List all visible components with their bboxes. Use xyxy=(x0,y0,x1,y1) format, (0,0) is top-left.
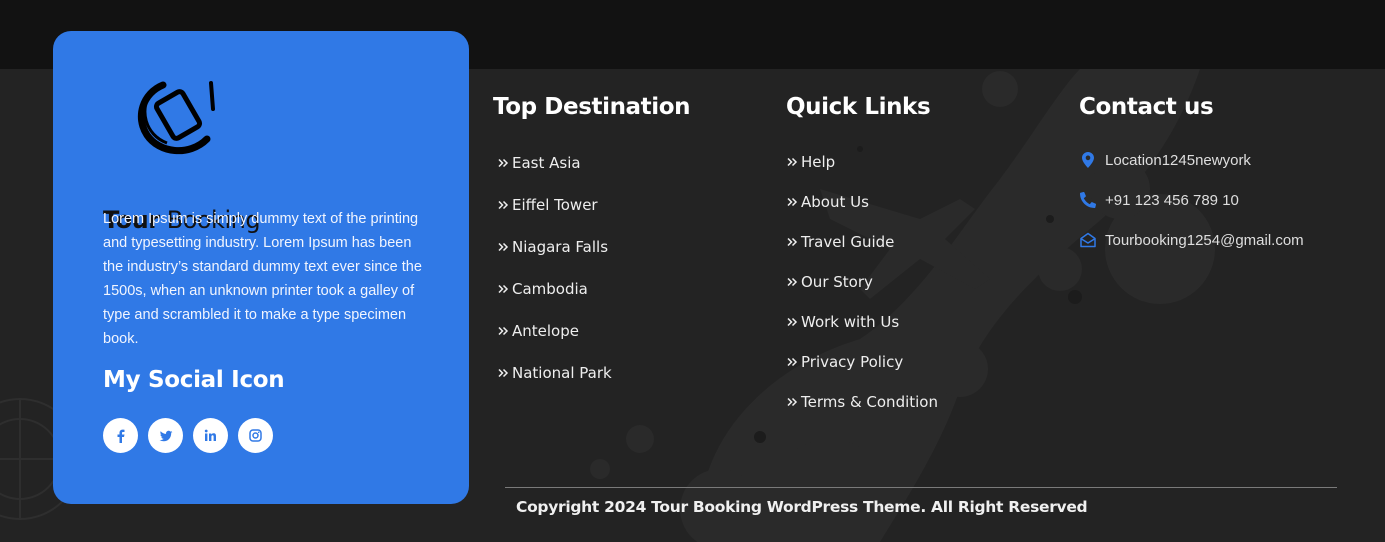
list-item: Niagara Falls xyxy=(497,238,612,280)
link-label: About Us xyxy=(801,193,869,211)
link-label: Travel Guide xyxy=(801,233,895,251)
link-label: Antelope xyxy=(512,322,579,340)
contact-location: Location1245newyork xyxy=(1079,140,1304,180)
link-label: Cambodia xyxy=(512,280,588,298)
destination-link-eiffel-tower[interactable]: Eiffel Tower xyxy=(497,196,598,214)
double-chevron-right-icon xyxy=(787,237,798,247)
double-chevron-right-icon xyxy=(787,317,798,327)
copyright-text: Copyright 2024 Tour Booking WordPress Th… xyxy=(516,498,1088,516)
double-chevron-right-icon xyxy=(787,197,798,207)
double-chevron-right-icon xyxy=(498,242,509,252)
quick-link-travel-guide[interactable]: Travel Guide xyxy=(786,233,894,251)
double-chevron-right-icon xyxy=(498,326,509,336)
envelope-open-icon xyxy=(1079,231,1097,249)
contact-list: Location1245newyork +91 123 456 789 10 T… xyxy=(1079,140,1304,260)
list-item: Eiffel Tower xyxy=(497,196,612,238)
link-label: Terms & Condition xyxy=(801,393,938,411)
destination-link-niagara-falls[interactable]: Niagara Falls xyxy=(497,238,608,256)
quick-links-title: Quick Links xyxy=(786,94,931,120)
quick-link-privacy-policy[interactable]: Privacy Policy xyxy=(786,353,903,371)
list-item: Work with Us xyxy=(786,313,938,353)
list-item: About Us xyxy=(786,193,938,233)
double-chevron-right-icon xyxy=(787,277,798,287)
link-label: Work with Us xyxy=(801,313,900,331)
list-item: Our Story xyxy=(786,273,938,313)
linkedin-button[interactable] xyxy=(193,418,228,453)
contact-title: Contact us xyxy=(1079,94,1214,120)
linkedin-icon xyxy=(204,429,216,441)
list-item: East Asia xyxy=(497,154,612,196)
double-chevron-right-icon xyxy=(787,157,798,167)
contact-phone-text: +91 123 456 789 10 xyxy=(1105,191,1239,209)
double-chevron-right-icon xyxy=(787,357,798,367)
quick-link-our-story[interactable]: Our Story xyxy=(786,273,873,291)
double-chevron-right-icon xyxy=(498,200,509,210)
link-label: Privacy Policy xyxy=(801,353,904,371)
twitter-icon xyxy=(159,430,172,441)
double-chevron-right-icon xyxy=(498,158,509,168)
brand-card: Tour Booking Lorem Ipsum is simply dummy… xyxy=(53,31,469,504)
social-title: My Social Icon xyxy=(103,367,285,393)
destination-link-national-park[interactable]: National Park xyxy=(497,364,612,382)
link-label: Niagara Falls xyxy=(512,238,609,256)
contact-location-text: Location1245newyork xyxy=(1105,151,1251,169)
quick-link-terms-condition[interactable]: Terms & Condition xyxy=(786,393,938,411)
list-item: Privacy Policy xyxy=(786,353,938,393)
location-pin-icon xyxy=(1079,151,1097,169)
twitter-button[interactable] xyxy=(148,418,183,453)
quick-links-list: Help About Us Travel Guide Our Story Wor… xyxy=(786,153,938,433)
site-logo[interactable]: Tour Booking xyxy=(103,79,263,234)
link-label: National Park xyxy=(512,364,612,382)
destination-link-antelope[interactable]: Antelope xyxy=(497,322,579,340)
phone-icon xyxy=(1079,191,1097,209)
list-item: Terms & Condition xyxy=(786,393,938,433)
facebook-icon xyxy=(117,429,124,443)
contact-email[interactable]: Tourbooking1254@gmail.com xyxy=(1079,220,1304,260)
link-label: East Asia xyxy=(512,154,581,172)
destination-link-east-asia[interactable]: East Asia xyxy=(497,154,581,172)
destination-link-cambodia[interactable]: Cambodia xyxy=(497,280,588,298)
about-text: Lorem Ipsum is simply dummy text of the … xyxy=(103,211,422,347)
social-links xyxy=(103,418,273,453)
quick-link-about-us[interactable]: About Us xyxy=(786,193,869,211)
link-label: Eiffel Tower xyxy=(512,196,598,214)
list-item: Travel Guide xyxy=(786,233,938,273)
quick-link-help[interactable]: Help xyxy=(786,153,835,171)
instagram-icon xyxy=(249,429,262,442)
top-destination-title: Top Destination xyxy=(493,94,691,120)
footer-divider xyxy=(505,487,1337,488)
contact-phone[interactable]: +91 123 456 789 10 xyxy=(1079,180,1304,220)
facebook-button[interactable] xyxy=(103,418,138,453)
link-label: Help xyxy=(801,153,836,171)
list-item: National Park xyxy=(497,364,612,406)
list-item: Cambodia xyxy=(497,280,612,322)
globe-logo-icon xyxy=(137,81,215,155)
double-chevron-right-icon xyxy=(787,397,798,407)
double-chevron-right-icon xyxy=(498,284,509,294)
link-label: Our Story xyxy=(801,273,873,291)
list-item: Antelope xyxy=(497,322,612,364)
list-item: Help xyxy=(786,153,938,193)
double-chevron-right-icon xyxy=(498,368,509,378)
contact-email-text: Tourbooking1254@gmail.com xyxy=(1105,231,1304,249)
quick-link-work-with-us[interactable]: Work with Us xyxy=(786,313,899,331)
instagram-button[interactable] xyxy=(238,418,273,453)
top-destination-list: East Asia Eiffel Tower Niagara Falls Cam… xyxy=(497,154,612,406)
